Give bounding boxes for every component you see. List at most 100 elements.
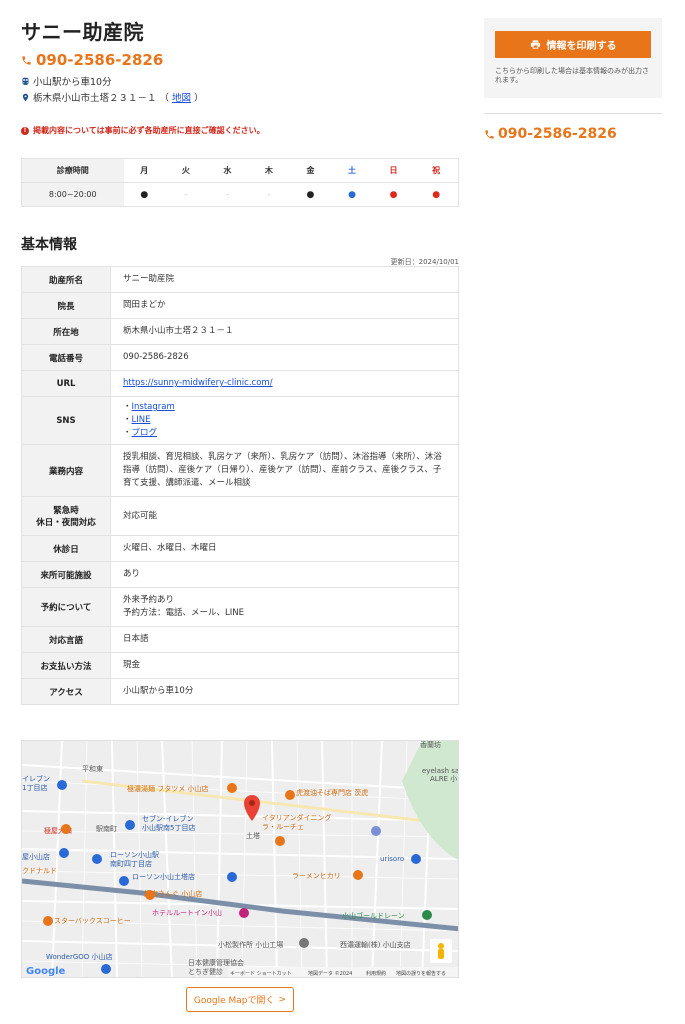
- day-sat: 土: [331, 158, 373, 183]
- label-line1: 緊急時: [53, 506, 79, 516]
- side-phone[interactable]: 090-2586-2826: [484, 126, 617, 142]
- table-row: 緊急時 休日・夜間対応 対応可能: [21, 496, 459, 536]
- day-mon: 月: [123, 158, 166, 183]
- map-label: 屋小山店: [22, 852, 50, 861]
- map-label: ラーメンヒカリ: [292, 872, 341, 880]
- map-label: eyelash sa: [422, 767, 459, 775]
- map-label: 駅南町: [96, 824, 117, 833]
- sns-item: ・LINE: [123, 414, 446, 427]
- address-text: 栃木県小山市土塔２３１－１: [33, 93, 157, 104]
- hours-row-label: 8:00~20:00: [21, 182, 124, 207]
- day-wed: 水: [206, 158, 249, 183]
- map-footer[interactable]: キーボード ショートカット: [230, 970, 292, 977]
- map-label: クドナルド: [22, 867, 57, 875]
- bullet: ・: [123, 415, 132, 425]
- day-fri: 金: [289, 158, 332, 183]
- line-link[interactable]: LINE: [132, 415, 151, 425]
- map-label: ローソン小山駅: [110, 850, 159, 859]
- row-value: 現金: [110, 652, 459, 679]
- notice-text: 掲載内容については事前に必ず各助産所に直接ご確認ください。: [33, 126, 265, 135]
- row-value: 授乳相談、育児相談、乳房ケア（来所）、乳房ケア（訪問）、沐浴指導（来所）、沐浴指…: [110, 444, 459, 497]
- map-label: 小山ゴールドレーン: [342, 911, 405, 920]
- map-label: イタリアンダイニング: [262, 813, 331, 822]
- row-value: 対応可能: [110, 496, 459, 536]
- map-label: ホテルルートイン小山: [152, 908, 222, 917]
- map-footer[interactable]: 利用規約: [366, 970, 386, 977]
- phone-number[interactable]: 090-2586-2826: [36, 51, 163, 69]
- instagram-link[interactable]: Instagram: [132, 402, 175, 412]
- mark-mon: ●: [123, 182, 166, 207]
- row-value: 火曜日、水曜日、木曜日: [110, 535, 459, 562]
- divider: [484, 113, 662, 114]
- map-link[interactable]: 地図: [172, 90, 191, 104]
- chevron-right-icon: >: [278, 994, 287, 1005]
- map-label: 南町四丁目店: [110, 859, 152, 868]
- map-label: イレブン: [22, 774, 50, 783]
- map-canvas[interactable]: 極濃湯麺 フタツメ 小山店 極屋大和 焼肉きんぐ 小山店 スターバックスコーヒー…: [22, 741, 459, 978]
- map[interactable]: 極濃湯麺 フタツメ 小山店 極屋大和 焼肉きんぐ 小山店 スターバックスコーヒー…: [21, 740, 459, 978]
- url-link[interactable]: https://sunny-midwifery-clinic.com/: [123, 378, 273, 388]
- bullet: ・: [123, 402, 132, 412]
- row-value: https://sunny-midwifery-clinic.com/: [110, 370, 459, 397]
- map-label: 小松製作所 小山工場: [218, 940, 283, 949]
- label-line2: 休日・夜間対応: [36, 518, 96, 528]
- phone-main[interactable]: 090-2586-2826: [21, 51, 163, 69]
- open-map-label: Google Mapで開く: [193, 996, 275, 1006]
- print-label: 情報を印刷する: [546, 41, 617, 52]
- table-row: 休診日 火曜日、水曜日、木曜日: [21, 535, 459, 562]
- map-label: とちぎ健診: [188, 967, 223, 976]
- row-label: 来所可能施設: [21, 561, 111, 588]
- google-logo: Google: [26, 966, 66, 977]
- row-value: 090-2586-2826: [110, 344, 459, 371]
- open-google-map-button[interactable]: Google Mapで開く >: [186, 987, 294, 1012]
- row-label: 緊急時休日・夜間対応: [21, 496, 111, 536]
- notice: ! 掲載内容については事前に必ず各助産所に直接ご確認ください。: [21, 125, 265, 136]
- row-label: 休診日: [21, 535, 111, 562]
- table-row: アクセス 小山駅から車10分: [21, 678, 459, 705]
- row-value: 小山駅から車10分: [110, 678, 459, 705]
- table-row: SNS ・Instagram ・LINE ・ブログ: [21, 396, 459, 445]
- basic-info-title: 基本情報: [21, 237, 77, 253]
- row-value: 岡田まどか: [110, 292, 459, 319]
- row-value: サニー助産院: [110, 266, 459, 293]
- map-label: urisoro: [380, 855, 404, 863]
- day-tue: 火: [165, 158, 207, 183]
- row-label: 予約について: [21, 587, 111, 627]
- map-pin-icon: [22, 93, 29, 101]
- mark-holiday: ●: [414, 182, 459, 207]
- clinic-name: サニー助産院: [21, 20, 144, 44]
- access-line: 小山駅から車10分: [21, 74, 112, 88]
- map-label: ローソン小山土塔店: [132, 872, 195, 881]
- value-line1: 外来予約あり: [123, 595, 175, 605]
- hours-table: 診療時間 月 火 水 木 金 土 日 祝 8:00~20:00 ● - - - …: [21, 158, 459, 207]
- map-label: 極濃湯麺 フタツメ 小山店: [127, 784, 208, 793]
- row-label: 院長: [21, 292, 111, 319]
- day-sun: 日: [372, 158, 415, 183]
- row-label: 所在地: [21, 318, 111, 345]
- table-row: 電話番号 090-2586-2826: [21, 344, 459, 371]
- basic-info-table: 助産所名 サニー助産院 院長 岡田まどか 所在地 栃木県小山市土塔２３１－１ 電話番号…: [21, 266, 459, 705]
- row-label: 業務内容: [21, 444, 111, 497]
- map-footer[interactable]: 地図の誤りを報告する: [396, 970, 446, 977]
- table-row: 対応言語 日本語: [21, 626, 459, 653]
- row-value: あり: [110, 561, 459, 588]
- map-label: 西濃運輸(株) 小山支店: [340, 940, 411, 949]
- side-phone-number[interactable]: 090-2586-2826: [498, 126, 617, 142]
- access-text: 小山駅から車10分: [33, 77, 112, 88]
- map-label: スターバックスコーヒー: [54, 916, 131, 925]
- alert-icon: !: [21, 126, 29, 135]
- map-label: 平和東: [82, 764, 103, 773]
- print-button[interactable]: 情報を印刷する: [495, 31, 651, 58]
- pegman-icon[interactable]: [430, 939, 452, 963]
- map-label: 香蘭坊: [420, 741, 441, 749]
- map-label: 土塔: [246, 831, 260, 840]
- row-value: 日本語: [110, 626, 459, 653]
- mark-thu: -: [248, 182, 290, 207]
- row-label: アクセス: [21, 678, 111, 705]
- map-label: ラ・ルーチェ: [262, 823, 304, 831]
- map-label: セブン-イレブン: [142, 814, 194, 823]
- table-row: 助産所名 サニー助産院: [21, 266, 459, 293]
- map-label: 小山駅南5丁目店: [142, 823, 195, 832]
- blog-link[interactable]: ブログ: [132, 428, 158, 438]
- hours-header-label: 診療時間: [21, 158, 124, 183]
